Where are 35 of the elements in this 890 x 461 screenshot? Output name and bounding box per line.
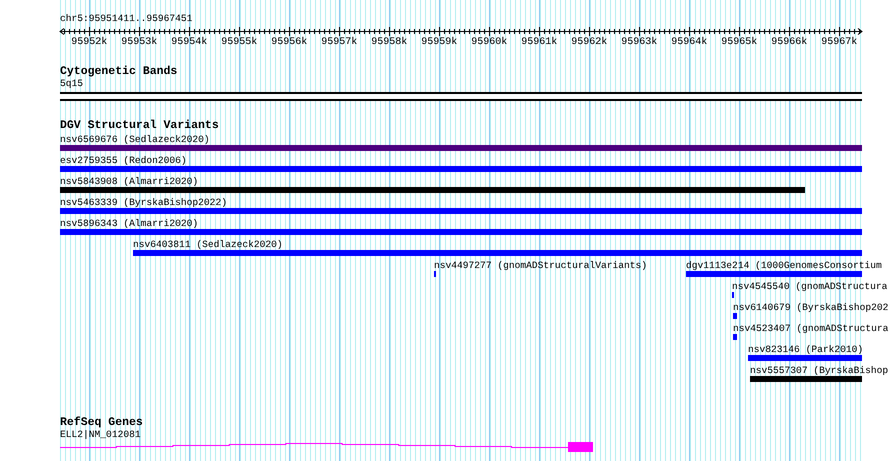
tick-label: 95958k — [371, 37, 408, 48]
variant-label: nsv5463339 (ByrskaBishop2022) — [60, 197, 227, 208]
tick-label: 95964k — [671, 37, 708, 48]
track-title: DGV Structural Variants — [60, 120, 219, 132]
tick-label: 95961k — [521, 37, 558, 48]
tick-label: 95955k — [221, 37, 258, 48]
tick-label: 95960k — [471, 37, 508, 48]
tick-label: 95957k — [321, 37, 358, 48]
track-title: Cytogenetic Bands — [60, 66, 178, 78]
tick-label: 95962k — [571, 37, 608, 48]
band-label: 5q15 — [60, 78, 84, 90]
tick-label: 95965k — [721, 37, 758, 48]
variant-label: nsv823146 (Park2010) — [748, 344, 864, 355]
variant-label: nsv4545540 (gnomADStructura — [732, 281, 888, 292]
tick-label: 95966k — [771, 37, 808, 48]
tick-label: 95954k — [171, 37, 208, 48]
gene-label: ELL2|NM_012081 — [60, 429, 141, 441]
variant-label: nsv6403811 (Sedlazeck2020) — [133, 239, 283, 250]
tick-label: 95956k — [271, 37, 308, 48]
variant-label: nsv5843908 (Almarri2020) — [60, 176, 198, 187]
variant-label: nsv5896343 (Almarri2020) — [60, 218, 198, 229]
track-title: RefSeq Genes — [60, 417, 143, 429]
tick-label: 95959k — [421, 37, 458, 48]
variant-label: nsv4523407 (gnomADStructura — [733, 323, 888, 334]
variant-label: nsv6569676 (Sedlazeck2020) — [60, 134, 210, 145]
variant-label: nsv4497277 (gnomADStructuralVariants) — [434, 260, 648, 271]
ruler-title: chr5:95951411..95967451 — [60, 12, 192, 25]
tick-label: 95967k — [821, 37, 858, 48]
tick-label: 95963k — [621, 37, 658, 48]
variant-label: nsv5557307 (ByrskaBishop — [750, 365, 888, 376]
tick-label: 95952k — [71, 37, 108, 48]
variant-label: dgv1113e214 (1000GenomesConsortium — [686, 260, 882, 271]
variant-label: nsv6140679 (ByrskaBishop202 — [733, 302, 888, 313]
variant-label: esv2759355 (Redon2006) — [60, 155, 187, 166]
tick-label: 95953k — [121, 37, 158, 48]
